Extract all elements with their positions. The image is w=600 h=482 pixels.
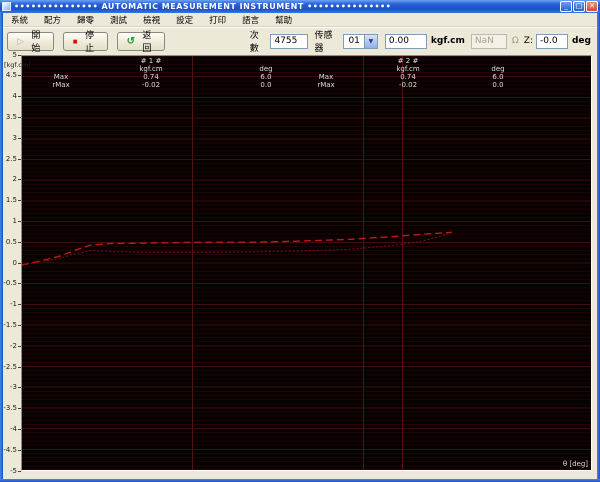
z-unit-label: deg: [571, 36, 591, 46]
app-icon: [2, 2, 11, 11]
y-tick-label: -1: [3, 301, 21, 308]
curve-torque-return: [22, 231, 453, 266]
y-tick-label: 5: [3, 51, 21, 59]
y-tick-label: 1: [3, 217, 21, 225]
titlebar: ••••••••••••••• AUTOMATIC MEASUREMENT IN…: [0, 0, 600, 13]
torque-unit-label: kgf.cm: [430, 36, 465, 46]
y-axis-unit-label: [kgf.cm]: [4, 61, 31, 69]
sensor-label: 传感器: [314, 31, 333, 54]
y-tick-label: -5: [3, 467, 21, 475]
start-button[interactable]: ▷ 開始: [7, 30, 54, 53]
menu-item-3[interactable]: 測試: [102, 13, 135, 26]
stats-g1-max-angle: 6.0: [260, 73, 272, 81]
play-icon: ▷: [17, 35, 24, 46]
maximize-button[interactable]: □: [573, 1, 585, 12]
toolbar: ▷ 開始 ■ 停止 ↺ 返回 次數 传感器 01 ▼ kgf.cm Ω Z: d…: [3, 27, 597, 54]
window-title: ••••••••••••••• AUTOMATIC MEASUREMENT IN…: [14, 2, 392, 11]
stats-g2-rmax-torque: -0.02: [398, 81, 418, 89]
count-input[interactable]: [270, 33, 309, 49]
y-tick-label: 0: [3, 259, 21, 267]
y-tick-label: -1.5: [3, 321, 21, 329]
back-button-label: 返回: [142, 30, 152, 53]
y-tick-label: 3.5: [3, 113, 21, 121]
count-label: 次數: [249, 31, 259, 54]
start-button-label: 開始: [31, 30, 41, 53]
torque-readout-field[interactable]: [384, 33, 427, 49]
ohm-symbol: Ω: [511, 36, 519, 46]
y-tick-label: 0.5: [3, 238, 21, 246]
y-tick-label: -0.5: [3, 280, 21, 287]
y-tick-label: -4.5: [3, 446, 21, 454]
chevron-down-icon[interactable]: ▼: [363, 34, 377, 48]
menu-item-6[interactable]: 打印: [201, 13, 234, 26]
stats-g1-unit-angle: deg: [259, 65, 273, 73]
sensor-select[interactable]: 01 ▼: [343, 33, 378, 49]
menubar: 系統 配方 歸零 測試 檢視 設定 打印 語言 幫助: [3, 13, 597, 27]
x-axis-unit-label: θ [deg]: [562, 460, 588, 468]
y-tick-label: -3.5: [3, 405, 21, 412]
stats-g1-title: # 1 #: [140, 57, 162, 65]
y-tick-label: -4: [3, 425, 21, 433]
menu-item-1[interactable]: 配方: [36, 13, 69, 26]
stats-g1-max-label: Max: [53, 73, 69, 81]
y-tick-label: 3: [3, 134, 21, 142]
stats-g2-title: # 2 #: [397, 57, 419, 65]
minimize-button[interactable]: _: [560, 1, 572, 12]
menu-item-7[interactable]: 語言: [234, 13, 267, 26]
stats-g2-max-label: Max: [318, 73, 334, 81]
nan-field: [470, 33, 507, 49]
app-window: ••••••••••••••• AUTOMATIC MEASUREMENT IN…: [0, 0, 600, 482]
y-tick-label: -2.5: [3, 363, 21, 371]
curve-torque-forward: [22, 231, 453, 266]
stats-g1-unit-torque: kgf.cm: [139, 65, 163, 73]
menu-item-4[interactable]: 檢視: [135, 13, 168, 26]
stats-g2-unit-torque: kgf.cm: [396, 65, 420, 73]
stop-button-label: 停止: [85, 30, 95, 53]
sensor-selected-value: 01: [348, 36, 360, 46]
stats-g2-max-torque: 0.74: [400, 73, 416, 81]
plot-area: # 1 # # 2 # kgf.cm deg kgf.cm deg Max 0.…: [21, 55, 592, 471]
stats-g2-rmax-angle: 0.0: [492, 81, 504, 89]
y-tick-label: 4: [3, 93, 21, 100]
window-border-left: [0, 13, 3, 482]
stats-g1-rmax-angle: 0.0: [260, 81, 272, 89]
stats-g1-max-torque: 0.74: [143, 73, 159, 81]
stop-icon: ■: [72, 36, 78, 46]
return-arrow-icon: ↺: [126, 35, 136, 47]
stats-g2-max-angle: 6.0: [492, 73, 504, 81]
y-tick-label: -2: [3, 342, 21, 350]
y-axis: 5 4.5 4 3.5 3 2.5 2 1.5 1 0.5 0 -0.5 -1 -1.5 -2 -2.5 -3 -…: [3, 51, 21, 479]
z-angle-field[interactable]: [535, 33, 568, 49]
y-tick-label: -3: [3, 384, 21, 391]
z-label: Z:: [523, 36, 533, 46]
y-tick-label: 4.5: [3, 72, 21, 79]
stop-button[interactable]: ■ 停止: [62, 30, 108, 53]
y-tick-label: 2: [3, 176, 21, 183]
gridlines: [22, 56, 591, 470]
stats-g2-unit-angle: deg: [491, 65, 505, 73]
close-button[interactable]: ✕: [586, 1, 598, 12]
menu-item-0[interactable]: 系統: [3, 13, 36, 26]
menu-item-2[interactable]: 歸零: [69, 13, 102, 26]
chart-panel: [kgf.cm] 5 4.5 4 3.5 3 2.5 2 1.5 1 0.5 0 -0.5 -1 -1.5…: [3, 51, 597, 479]
stats-g1-rmax-torque: -0.02: [141, 81, 161, 89]
menu-item-5[interactable]: 設定: [168, 13, 201, 26]
y-tick-label: 2.5: [3, 155, 21, 163]
y-tick-label: 1.5: [3, 197, 21, 204]
stats-g2-rmax-label: rMax: [317, 81, 335, 89]
stats-g1-rmax-label: rMax: [52, 81, 70, 89]
menu-item-8[interactable]: 幫助: [267, 13, 300, 26]
measurement-chart: [22, 56, 591, 470]
back-button[interactable]: ↺ 返回: [116, 30, 165, 53]
